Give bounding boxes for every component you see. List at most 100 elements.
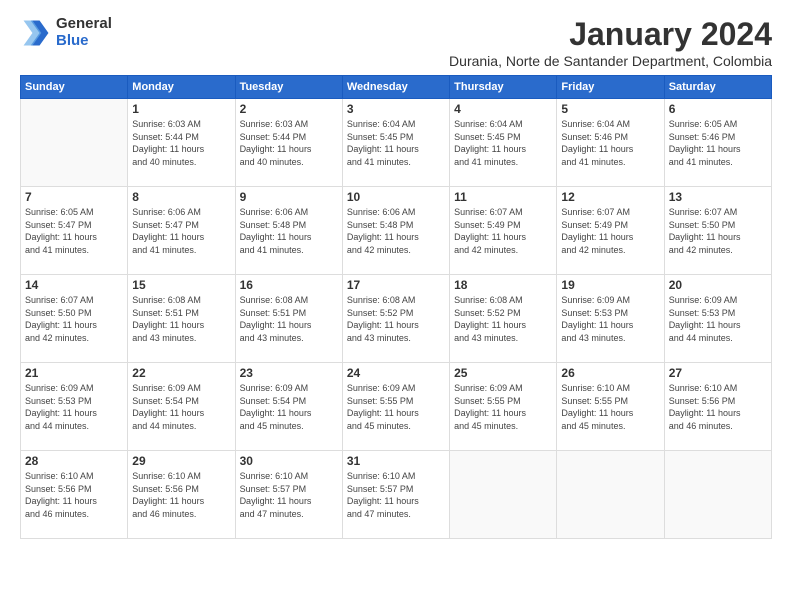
day-info: Sunrise: 6:03 AM Sunset: 5:44 PM Dayligh… xyxy=(240,118,338,168)
day-cell: 30Sunrise: 6:10 AM Sunset: 5:57 PM Dayli… xyxy=(235,451,342,539)
day-number: 29 xyxy=(132,454,230,468)
day-info: Sunrise: 6:06 AM Sunset: 5:48 PM Dayligh… xyxy=(347,206,445,256)
day-number: 31 xyxy=(347,454,445,468)
page: General Blue January 2024 Durania, Norte… xyxy=(0,0,792,612)
day-number: 13 xyxy=(669,190,767,204)
week-row-4: 21 Sunrise: 6:09 AM Sunset: 5:53 PM Dayli… xyxy=(21,363,772,451)
day-info: Sunrise: 6:09 AM Sunset: 5:55 PM Dayligh… xyxy=(347,382,445,432)
day-number: 25 xyxy=(454,366,552,380)
day-number: 22 xyxy=(132,366,230,380)
day-cell: 16Sunrise: 6:08 AM Sunset: 5:51 PM Dayli… xyxy=(235,275,342,363)
day-cell: 5 Sunrise: 6:04 AM Sunset: 5:46 PM Daylig… xyxy=(557,99,664,187)
day-info: Sunrise: 6:07 AM Sunset: 5:49 PM Dayligh… xyxy=(561,206,659,256)
day-cell: 7 Sunrise: 6:05 AM Sunset: 5:47 PM Daylig… xyxy=(21,187,128,275)
day-number: 10 xyxy=(347,190,445,204)
day-number: 21 xyxy=(25,366,123,380)
day-number: 30 xyxy=(240,454,338,468)
day-info: Sunrise: 6:05 AM Sunset: 5:46 PM Dayligh… xyxy=(669,118,767,168)
header: General Blue January 2024 Durania, Norte… xyxy=(20,16,772,69)
day-info: Sunrise: 6:10 AM Sunset: 5:56 PM Dayligh… xyxy=(132,470,230,520)
day-number: 3 xyxy=(347,102,445,116)
day-info: Sunrise: 6:10 AM Sunset: 5:56 PM Dayligh… xyxy=(669,382,767,432)
logo: General Blue xyxy=(20,16,112,49)
day-number: 4 xyxy=(454,102,552,116)
col-wednesday: Wednesday xyxy=(342,76,449,99)
day-cell: 8Sunrise: 6:06 AM Sunset: 5:47 PM Daylig… xyxy=(128,187,235,275)
day-cell: 11 Sunrise: 6:07 AM Sunset: 5:49 PM Dayli… xyxy=(450,187,557,275)
day-info: Sunrise: 6:09 AM Sunset: 5:54 PM Dayligh… xyxy=(132,382,230,432)
logo-general-text: General xyxy=(56,16,112,33)
day-info: Sunrise: 6:09 AM Sunset: 5:53 PM Dayligh… xyxy=(669,294,767,344)
day-number: 19 xyxy=(561,278,659,292)
col-friday: Friday xyxy=(557,76,664,99)
day-info: Sunrise: 6:09 AM Sunset: 5:54 PM Dayligh… xyxy=(240,382,338,432)
day-cell xyxy=(21,99,128,187)
day-cell: 26 Sunrise: 6:10 AM Sunset: 5:55 PM Dayli… xyxy=(557,363,664,451)
day-number: 14 xyxy=(25,278,123,292)
logo-icon xyxy=(20,17,52,49)
day-info: Sunrise: 6:07 AM Sunset: 5:49 PM Dayligh… xyxy=(454,206,552,256)
col-tuesday: Tuesday xyxy=(235,76,342,99)
day-cell: 13Sunrise: 6:07 AM Sunset: 5:50 PM Dayli… xyxy=(664,187,771,275)
day-number: 7 xyxy=(25,190,123,204)
day-info: Sunrise: 6:09 AM Sunset: 5:53 PM Dayligh… xyxy=(561,294,659,344)
day-info: Sunrise: 6:07 AM Sunset: 5:50 PM Dayligh… xyxy=(25,294,123,344)
day-number: 24 xyxy=(347,366,445,380)
day-info: Sunrise: 6:10 AM Sunset: 5:55 PM Dayligh… xyxy=(561,382,659,432)
calendar-table: Sunday Monday Tuesday Wednesday Thursday… xyxy=(20,75,772,539)
day-number: 2 xyxy=(240,102,338,116)
day-cell: 2 Sunrise: 6:03 AM Sunset: 5:44 PM Daylig… xyxy=(235,99,342,187)
day-number: 26 xyxy=(561,366,659,380)
day-info: Sunrise: 6:04 AM Sunset: 5:45 PM Dayligh… xyxy=(454,118,552,168)
day-cell: 10 Sunrise: 6:06 AM Sunset: 5:48 PM Dayli… xyxy=(342,187,449,275)
day-info: Sunrise: 6:04 AM Sunset: 5:45 PM Dayligh… xyxy=(347,118,445,168)
day-number: 11 xyxy=(454,190,552,204)
day-cell: 20Sunrise: 6:09 AM Sunset: 5:53 PM Dayli… xyxy=(664,275,771,363)
day-cell: 6 Sunrise: 6:05 AM Sunset: 5:46 PM Daylig… xyxy=(664,99,771,187)
day-number: 8 xyxy=(132,190,230,204)
day-info: Sunrise: 6:08 AM Sunset: 5:51 PM Dayligh… xyxy=(132,294,230,344)
title-block: January 2024 Durania, Norte de Santander… xyxy=(449,16,772,69)
day-cell xyxy=(557,451,664,539)
day-info: Sunrise: 6:09 AM Sunset: 5:55 PM Dayligh… xyxy=(454,382,552,432)
day-cell: 15 Sunrise: 6:08 AM Sunset: 5:51 PM Dayli… xyxy=(128,275,235,363)
day-cell xyxy=(450,451,557,539)
day-cell: 21 Sunrise: 6:09 AM Sunset: 5:53 PM Dayli… xyxy=(21,363,128,451)
day-cell: 23 Sunrise: 6:09 AM Sunset: 5:54 PM Dayli… xyxy=(235,363,342,451)
day-number: 18 xyxy=(454,278,552,292)
day-info: Sunrise: 6:08 AM Sunset: 5:52 PM Dayligh… xyxy=(347,294,445,344)
logo-blue-text: Blue xyxy=(56,33,112,50)
day-number: 6 xyxy=(669,102,767,116)
day-cell: 14 Sunrise: 6:07 AM Sunset: 5:50 PM Dayli… xyxy=(21,275,128,363)
day-cell: 18 Sunrise: 6:08 AM Sunset: 5:52 PM Dayli… xyxy=(450,275,557,363)
day-number: 5 xyxy=(561,102,659,116)
day-number: 28 xyxy=(25,454,123,468)
logo-text: General Blue xyxy=(56,16,112,49)
col-sunday: Sunday xyxy=(21,76,128,99)
week-row-3: 14 Sunrise: 6:07 AM Sunset: 5:50 PM Dayli… xyxy=(21,275,772,363)
day-info: Sunrise: 6:09 AM Sunset: 5:53 PM Dayligh… xyxy=(25,382,123,432)
day-info: Sunrise: 6:04 AM Sunset: 5:46 PM Dayligh… xyxy=(561,118,659,168)
day-cell: 4 Sunrise: 6:04 AM Sunset: 5:45 PM Daylig… xyxy=(450,99,557,187)
col-monday: Monday xyxy=(128,76,235,99)
day-cell: 1Sunrise: 6:03 AM Sunset: 5:44 PM Daylig… xyxy=(128,99,235,187)
week-row-1: 1 Sunrise: 6:03 AM Sunset: 5:44 PM Daylig… xyxy=(21,99,772,187)
day-info: Sunrise: 6:05 AM Sunset: 5:47 PM Dayligh… xyxy=(25,206,123,256)
day-number: 23 xyxy=(240,366,338,380)
day-cell: 22 Sunrise: 6:09 AM Sunset: 5:54 PM Dayli… xyxy=(128,363,235,451)
calendar-header-row: Sunday Monday Tuesday Wednesday Thursday… xyxy=(21,76,772,99)
day-cell: 12Sunrise: 6:07 AM Sunset: 5:49 PM Dayli… xyxy=(557,187,664,275)
col-thursday: Thursday xyxy=(450,76,557,99)
day-cell: 9Sunrise: 6:06 AM Sunset: 5:48 PM Daylig… xyxy=(235,187,342,275)
day-cell: 17Sunrise: 6:08 AM Sunset: 5:52 PM Dayli… xyxy=(342,275,449,363)
day-cell: 31Sunrise: 6:10 AM Sunset: 5:57 PM Dayli… xyxy=(342,451,449,539)
day-number: 1 xyxy=(132,102,230,116)
day-number: 15 xyxy=(132,278,230,292)
day-cell xyxy=(664,451,771,539)
day-number: 27 xyxy=(669,366,767,380)
day-info: Sunrise: 6:08 AM Sunset: 5:52 PM Dayligh… xyxy=(454,294,552,344)
month-title: January 2024 xyxy=(449,16,772,53)
day-info: Sunrise: 6:08 AM Sunset: 5:51 PM Dayligh… xyxy=(240,294,338,344)
day-number: 9 xyxy=(240,190,338,204)
day-cell: 24 Sunrise: 6:09 AM Sunset: 5:55 PM Dayli… xyxy=(342,363,449,451)
